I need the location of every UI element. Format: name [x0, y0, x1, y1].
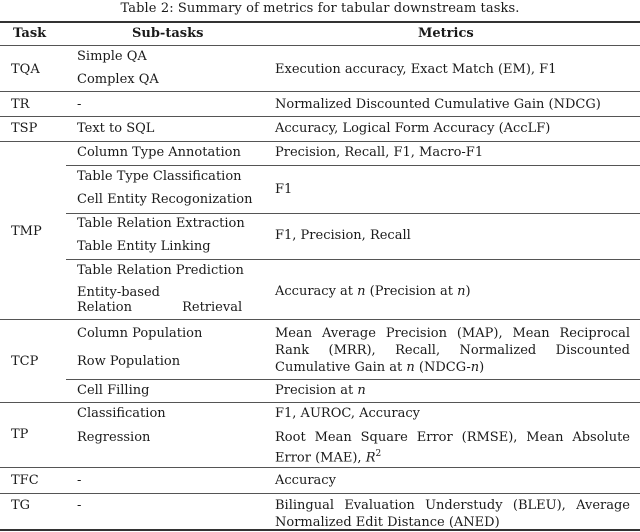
subtask: Entity-based Relation Retrieval: [77, 285, 243, 315]
subtask: Classification: [77, 406, 166, 421]
subtask: Text to SQL: [77, 121, 155, 136]
table-caption: Table 2: Summary of metrics for tabular …: [120, 1, 520, 16]
superscript: 2: [375, 449, 382, 459]
variable-n: n: [357, 383, 366, 398]
metric-text: Root Mean Square Error (RMSE), Mean Abso…: [275, 430, 630, 466]
subtask: Table Relation Prediction: [77, 263, 244, 278]
subtask: Regression: [77, 430, 151, 445]
task-tcp: TCP: [11, 354, 39, 369]
metric: Accuracy, Logical Form Accuracy (AccLF): [275, 121, 551, 136]
sub-rule: [66, 165, 640, 166]
metric: Execution accuracy, Exact Match (EM), F1: [275, 62, 557, 77]
sub-rule: [66, 259, 640, 260]
row-rule: [0, 467, 640, 468]
subtask: Table Type Classification: [77, 169, 242, 184]
subtask: Column Type Annotation: [77, 145, 241, 160]
metric: Mean Average Precision (MAP), Mean Recip…: [275, 325, 630, 376]
metric: Accuracy at n (Precision at n): [275, 283, 471, 300]
metric: Accuracy: [275, 473, 336, 488]
subtask: Column Population: [77, 326, 203, 341]
subtask: -: [77, 97, 82, 112]
subtask: Table Relation Extraction: [77, 216, 245, 231]
metric: F1, AUROC, Accuracy: [275, 406, 421, 421]
metric: Bilingual Evaluation Understudy (BLEU), …: [275, 498, 630, 530]
header-task: Task: [13, 26, 47, 41]
subtask: Cell Entity Recogonization: [77, 192, 253, 207]
sub-rule: [66, 379, 640, 380]
metric: F1: [275, 182, 293, 197]
metric-text: ): [479, 360, 485, 375]
header-metrics: Metrics: [418, 26, 474, 41]
metric-text: (Precision at: [365, 284, 458, 299]
task-tg: TG: [11, 498, 31, 513]
metric-text: Precision at: [275, 383, 358, 398]
top-rule: [0, 21, 640, 23]
subtask: Complex QA: [77, 72, 159, 87]
task-tmp: TMP: [11, 224, 42, 239]
variable-n: n: [470, 360, 480, 375]
metric-text: Accuracy at: [275, 284, 358, 299]
task-tp: TP: [11, 427, 29, 442]
metric: Root Mean Square Error (RMSE), Mean Abso…: [275, 429, 630, 466]
row-rule: [0, 402, 640, 403]
variable-n: n: [357, 284, 366, 299]
sub-rule: [66, 213, 640, 214]
header-rule: [0, 45, 640, 46]
task-tr: TR: [11, 97, 30, 112]
header-subtasks: Sub-tasks: [132, 26, 204, 41]
variable-n: n: [406, 360, 415, 375]
subtask: Cell Filling: [77, 383, 150, 398]
subtask: Row Population: [77, 354, 181, 369]
metric: Precision, Recall, F1, Macro-F1: [275, 145, 484, 160]
metric-text: (NDCG-: [414, 360, 471, 375]
task-tsp: TSP: [11, 121, 38, 136]
task-tfc: TFC: [11, 473, 39, 488]
row-rule: [0, 91, 640, 92]
metric: Precision at n: [275, 382, 366, 399]
row-rule: [0, 141, 640, 142]
row-rule: [0, 319, 640, 320]
row-rule: [0, 493, 640, 494]
task-tqa: TQA: [11, 62, 40, 77]
subtask: Simple QA: [77, 49, 147, 64]
subtask: -: [77, 498, 82, 513]
row-rule: [0, 116, 640, 117]
metric: Normalized Discounted Cumulative Gain (N…: [275, 97, 601, 112]
metric-text: ): [465, 284, 471, 299]
subtask: -: [77, 473, 82, 488]
metric: F1, Precision, Recall: [275, 228, 411, 243]
variable-r: R: [365, 450, 376, 466]
subtask: Table Entity Linking: [77, 239, 211, 254]
